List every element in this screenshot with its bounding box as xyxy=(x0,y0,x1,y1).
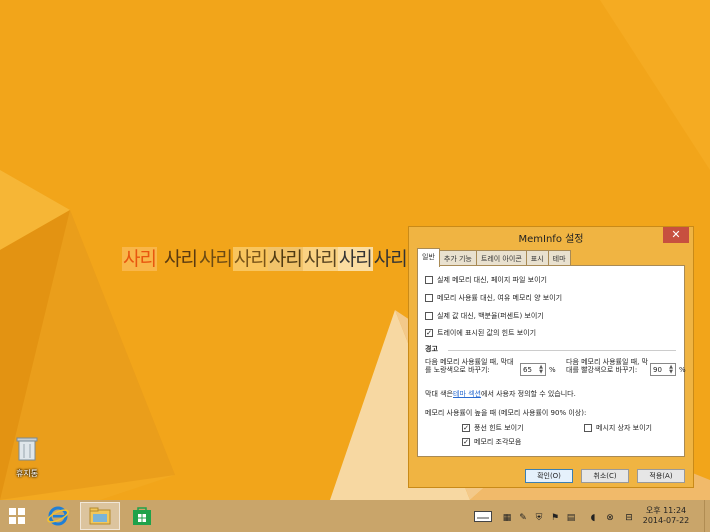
dialog-titlebar[interactable]: MemInfo 설정 ✕ xyxy=(409,227,693,249)
taskbar-internet-explorer[interactable] xyxy=(38,502,78,530)
red-threshold-label: 다음 메모리 사용률일 때, 막대를 빨강색으로 바꾸기: xyxy=(566,358,648,374)
option-label: 실제 값 대신, 백분율(퍼센트) 보이기 xyxy=(437,312,544,320)
red-threshold-group: 90 ▲ ▼ % xyxy=(650,363,686,376)
spinner-arrows-icon[interactable]: ▲ ▼ xyxy=(669,364,673,375)
yellow-threshold-group: 65 ▲ ▼ % xyxy=(520,363,556,376)
option-defragment[interactable]: ✓ 메모리 조각모음 xyxy=(462,437,521,447)
clock-date: 2014-07-22 xyxy=(642,516,690,525)
option-label: 메모리 조각모음 xyxy=(474,438,522,446)
checkbox[interactable] xyxy=(425,312,433,320)
input-method-icon[interactable]: ⊟ xyxy=(624,513,634,523)
tab-general[interactable]: 일반 xyxy=(417,248,440,267)
yellow-threshold-spinner[interactable]: 65 ▲ ▼ xyxy=(520,363,546,376)
checkbox-checked[interactable]: ✓ xyxy=(462,424,470,432)
overlay-text-strip: 사리 사리 사리 사리 사리 사리 사리 사리 xyxy=(122,246,408,272)
tab-strip: 일반 추가 기능 트레이 아이콘 표시 테마 xyxy=(417,248,571,267)
overlay-text: 사리 xyxy=(337,247,373,271)
red-threshold-spinner[interactable]: 90 ▲ ▼ xyxy=(650,363,676,376)
option-free-memory[interactable]: 메모리 사용률 대신, 여유 메모리 양 보이기 xyxy=(425,293,562,303)
percent-unit: % xyxy=(679,365,686,374)
color-note: 막대 색은 테마 섹션 에서 사용자 정의할 수 있습니다. xyxy=(425,389,576,399)
option-label: 풍선 힌트 보이기 xyxy=(474,424,524,432)
percent-unit: % xyxy=(549,365,556,374)
taskbar-file-explorer[interactable] xyxy=(80,502,120,530)
overlay-text: 사리 xyxy=(198,248,233,270)
store-icon xyxy=(133,507,151,525)
recycle-bin-icon xyxy=(16,437,38,461)
folder-icon xyxy=(89,507,111,525)
checkbox-checked[interactable]: ✓ xyxy=(425,329,433,337)
taskbar-store[interactable] xyxy=(122,502,162,530)
option-label: 메시지 상자 보이기 xyxy=(596,424,652,432)
cancel-button[interactable]: 취소(C) xyxy=(581,469,629,483)
general-tab-panel: 실제 메모리 대신, 페이지 파일 보이기 메모리 사용률 대신, 여유 메모리… xyxy=(417,265,686,457)
yellow-threshold-value: 65 xyxy=(523,365,532,374)
option-balloon-hint[interactable]: ✓ 풍선 힌트 보이기 xyxy=(462,423,524,433)
option-message-box[interactable]: 메시지 상자 보이기 xyxy=(584,423,652,433)
checkbox[interactable] xyxy=(425,294,433,302)
color-note-text: 막대 색은 xyxy=(425,390,453,398)
option-label: 메모리 사용률 대신, 여유 메모리 양 보이기 xyxy=(437,294,563,302)
close-circle-icon[interactable]: ⊗ xyxy=(605,513,615,523)
option-percentage[interactable]: 실제 값 대신, 백분율(퍼센트) 보이기 xyxy=(425,311,544,321)
taskbar-clock[interactable]: 오후 11:24 2014-07-22 xyxy=(636,506,696,526)
checkbox-checked[interactable]: ✓ xyxy=(462,438,470,446)
option-tray-hint[interactable]: ✓ 트레이에 표시된 값의 힌트 보이기 xyxy=(425,328,536,338)
volume-icon[interactable]: ◖ xyxy=(588,513,598,523)
security-icon[interactable]: ⛨ xyxy=(534,513,544,523)
network-icon[interactable]: ▤ xyxy=(566,513,576,523)
show-desktop-button[interactable] xyxy=(704,500,710,532)
color-note-text: 에서 사용자 정의할 수 있습니다. xyxy=(481,390,576,398)
clock-time: 오후 11:24 xyxy=(645,506,687,515)
checkbox[interactable] xyxy=(425,276,433,284)
recycle-bin[interactable]: 휴지통 xyxy=(6,436,48,479)
overlay-text: 사리 xyxy=(267,247,303,271)
taskbar: ▦ ✎ ⛨ ⚑ ▤ ◖ ⊗ ⊟ xyxy=(0,500,710,532)
tools-icon[interactable]: ✎ xyxy=(518,513,528,523)
windows-logo-icon xyxy=(9,508,25,524)
overlay-text: 사리 xyxy=(373,248,408,270)
option-pagefile[interactable]: 실제 메모리 대신, 페이지 파일 보이기 xyxy=(425,275,547,285)
dialog-title: MemInfo 설정 xyxy=(518,234,584,245)
close-button[interactable]: ✕ xyxy=(663,227,689,243)
option-label: 실제 메모리 대신, 페이지 파일 보이기 xyxy=(437,276,547,284)
overlay-text: 사리 xyxy=(163,248,198,270)
checkbox[interactable] xyxy=(584,424,592,432)
meminfo-settings-dialog: MemInfo 설정 ✕ 일반 추가 기능 트레이 아이콘 표시 테마 실제 메… xyxy=(408,226,694,488)
overlay-text: 사리 xyxy=(232,247,268,271)
apply-button[interactable]: 적용(A) xyxy=(637,469,685,483)
start-button[interactable] xyxy=(2,502,32,530)
recycle-bin-label: 휴지통 xyxy=(15,469,39,478)
overlay-text: 사리 xyxy=(302,247,338,271)
theme-section-link[interactable]: 테마 섹션 xyxy=(453,389,481,399)
section-divider xyxy=(448,350,676,351)
internet-explorer-icon xyxy=(47,506,69,526)
ok-button[interactable]: 확인(O) xyxy=(525,469,573,483)
meminfo-tray-icon[interactable]: ▦ xyxy=(502,513,512,523)
flag-icon[interactable]: ⚑ xyxy=(550,513,560,523)
option-label: 트레이에 표시된 값의 힌트 보이기 xyxy=(437,329,537,337)
warning-section-title: 경고 xyxy=(425,345,438,353)
yellow-threshold-label: 다음 메모리 사용률일 때, 막대를 노랑색으로 바꾸기: xyxy=(425,358,514,374)
spinner-arrows-icon[interactable]: ▲ ▼ xyxy=(539,364,543,375)
high-usage-label: 메모리 사용률이 높을 때 (메모리 사용률이 90% 이상): xyxy=(425,409,587,417)
red-threshold-value: 90 xyxy=(653,365,662,374)
overlay-text: 사리 xyxy=(122,247,157,271)
keyboard-icon[interactable] xyxy=(474,511,492,522)
